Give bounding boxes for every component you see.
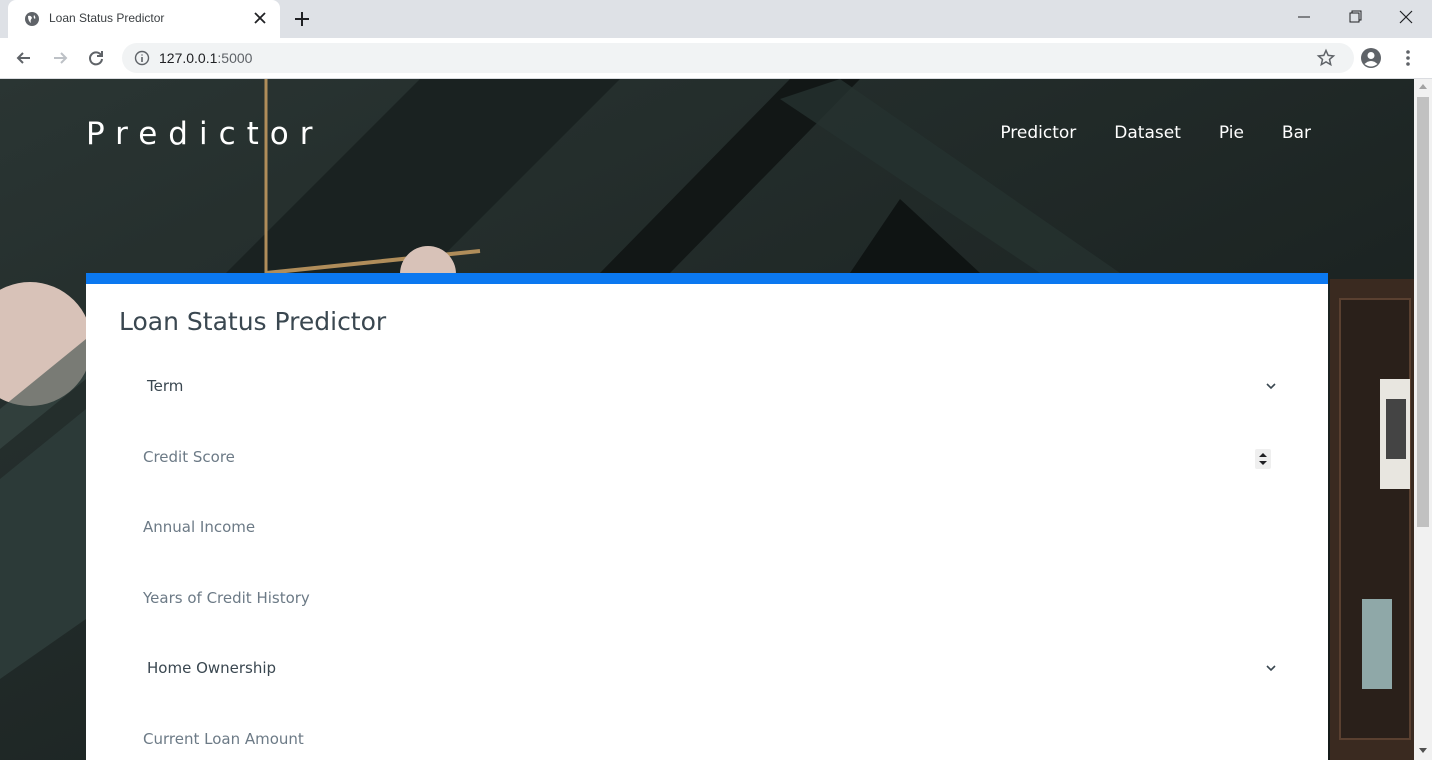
close-window-icon[interactable] xyxy=(1394,6,1418,28)
plus-icon[interactable] xyxy=(292,9,312,29)
scroll-up-arrow[interactable] xyxy=(1419,84,1427,89)
main-nav: Predictor Dataset Pie Bar xyxy=(1000,123,1311,143)
browser-tab-strip: Loan Status Predictor xyxy=(0,0,1432,38)
globe-icon xyxy=(25,12,39,26)
home-ownership-select[interactable]: Home Ownership xyxy=(119,645,1295,695)
nav-link-pie[interactable]: Pie xyxy=(1219,123,1244,143)
form-title: Loan Status Predictor xyxy=(119,307,387,336)
reload-icon[interactable] xyxy=(86,48,106,68)
spinner-icon[interactable] xyxy=(1255,449,1271,469)
star-icon[interactable] xyxy=(1316,48,1336,68)
credit-score-input[interactable]: Credit Score xyxy=(119,434,1295,484)
nav-link-dataset[interactable]: Dataset xyxy=(1114,123,1181,143)
url-host: 127.0.0.1 xyxy=(159,50,218,66)
close-icon[interactable] xyxy=(252,10,268,26)
browser-tab[interactable]: Loan Status Predictor xyxy=(8,0,280,38)
loan-amount-placeholder: Current Loan Amount xyxy=(143,730,304,748)
annual-income-input[interactable]: Annual Income xyxy=(119,504,1295,554)
term-select[interactable]: Term xyxy=(119,363,1295,413)
brand-logo[interactable]: Predictor xyxy=(86,116,324,152)
kebab-icon[interactable] xyxy=(1398,48,1418,68)
scroll-thumb[interactable] xyxy=(1417,97,1429,527)
page-viewport: Predictor Predictor Dataset Pie Bar Loan… xyxy=(0,79,1414,760)
scroll-down-arrow[interactable] xyxy=(1419,748,1427,753)
nav-link-bar[interactable]: Bar xyxy=(1282,123,1311,143)
address-bar[interactable]: 127.0.0.1:5000 xyxy=(122,43,1354,73)
term-select-label: Term xyxy=(147,377,184,395)
url-text: 127.0.0.1:5000 xyxy=(159,50,252,66)
account-icon[interactable] xyxy=(1360,47,1382,69)
tab-title: Loan Status Predictor xyxy=(49,11,165,25)
predictor-form-card: Loan Status Predictor Term Credit Score … xyxy=(86,273,1328,760)
credit-score-placeholder: Credit Score xyxy=(143,448,235,466)
credit-history-placeholder: Years of Credit History xyxy=(143,589,310,607)
credit-history-input[interactable]: Years of Credit History xyxy=(119,575,1295,625)
loan-amount-input[interactable]: Current Loan Amount xyxy=(119,716,1295,760)
url-port: :5000 xyxy=(217,50,253,66)
browser-toolbar: 127.0.0.1:5000 xyxy=(0,38,1432,79)
restore-icon[interactable] xyxy=(1343,6,1367,28)
page-scrollbar[interactable] xyxy=(1414,79,1432,760)
chevron-down-icon xyxy=(1266,383,1276,390)
arrow-right-icon[interactable] xyxy=(50,48,70,68)
chevron-down-icon xyxy=(1266,665,1276,672)
minimize-icon[interactable] xyxy=(1292,6,1316,28)
annual-income-placeholder: Annual Income xyxy=(143,518,256,536)
home-ownership-label: Home Ownership xyxy=(147,659,277,677)
info-icon[interactable] xyxy=(134,50,150,66)
arrow-left-icon[interactable] xyxy=(14,48,34,68)
nav-link-predictor[interactable]: Predictor xyxy=(1000,123,1076,143)
